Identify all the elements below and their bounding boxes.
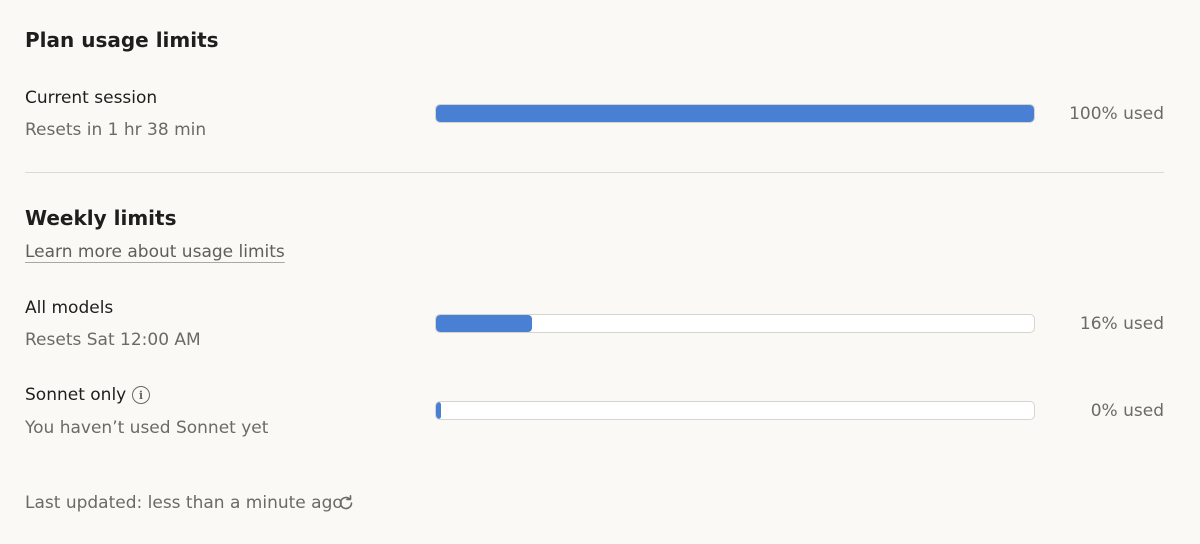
weekly-limits-title: Weekly limits — [25, 206, 177, 230]
current-session-used: 100% used — [1069, 104, 1164, 124]
sonnet-only-progress-bar — [435, 401, 1035, 420]
plan-usage-title: Plan usage limits — [25, 28, 219, 52]
sonnet-only-progress-fill — [436, 402, 441, 419]
all-models-reset: Resets Sat 12:00 AM — [25, 330, 201, 350]
info-icon[interactable]: i — [132, 386, 150, 404]
all-models-progress-fill — [436, 315, 532, 332]
sonnet-only-reset: You haven’t used Sonnet yet — [25, 418, 269, 438]
all-models-progress-bar — [435, 314, 1035, 333]
all-models-label: All models — [25, 298, 114, 318]
all-models-used: 16% used — [1079, 314, 1164, 334]
sonnet-only-used: 0% used — [1090, 401, 1164, 421]
usage-page: Plan usage limits Current session Resets… — [0, 0, 1200, 544]
current-session-label: Current session — [25, 88, 158, 108]
sonnet-only-label: Sonnet only — [25, 385, 127, 405]
section-divider — [25, 172, 1164, 173]
refresh-icon[interactable] — [336, 493, 356, 513]
last-updated-text: Last updated: less than a minute ago — [25, 493, 343, 513]
current-session-progress-bar — [435, 104, 1035, 123]
current-session-reset: Resets in 1 hr 38 min — [25, 120, 207, 140]
current-session-progress-fill — [436, 105, 1034, 122]
learn-more-link[interactable]: Learn more about usage limits — [25, 241, 285, 263]
